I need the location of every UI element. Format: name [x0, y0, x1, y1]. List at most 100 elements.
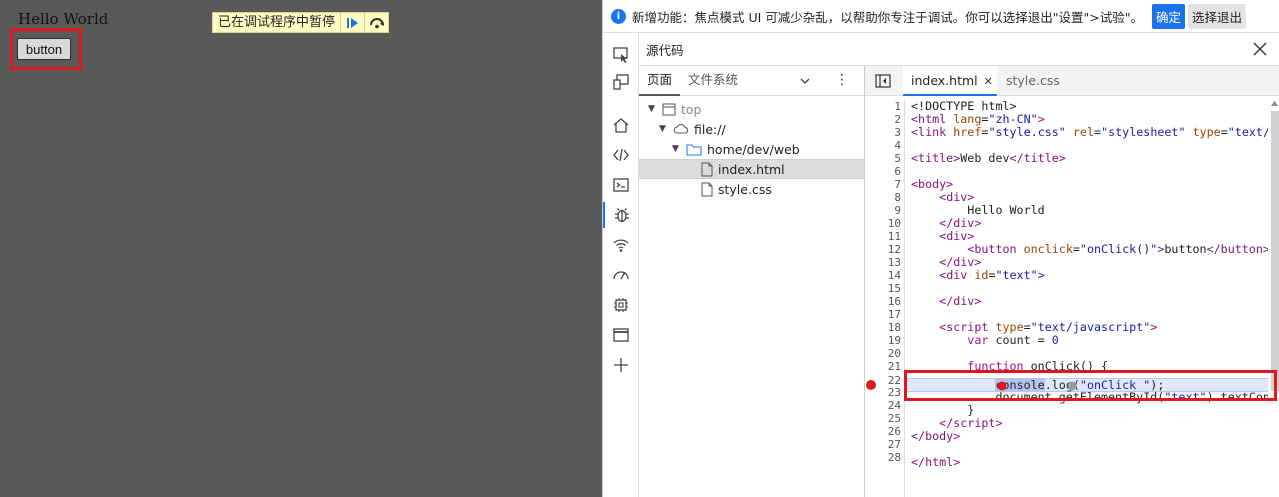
line-number[interactable]: 10 — [871, 217, 901, 230]
activity-device[interactable] — [603, 69, 639, 95]
line-number[interactable]: 18 — [871, 321, 901, 334]
tab-label: style.css — [1006, 73, 1060, 88]
bug-icon — [615, 208, 629, 223]
line-number[interactable]: 8 — [871, 191, 901, 204]
tree-item-style-css[interactable]: style.css — [639, 179, 864, 199]
line-number[interactable]: 9 — [871, 204, 901, 217]
tree-item-label: top — [681, 101, 702, 117]
line-number[interactable]: 5 — [871, 152, 901, 165]
line-number[interactable]: 20 — [871, 347, 901, 360]
line-number[interactable]: 15 — [871, 282, 901, 295]
page-heading: Hello World — [18, 10, 109, 28]
tab-index-html[interactable]: index.html ✕ — [903, 66, 997, 96]
highlight-box — [904, 370, 1277, 401]
line-number[interactable]: 27 — [871, 438, 901, 451]
frame-icon — [662, 103, 676, 116]
tree-item-label: index.html — [718, 161, 785, 177]
file-icon — [701, 162, 713, 177]
devtools-window: i 新增功能：焦点模式 UI 可减少杂乱，以帮助你专注于调试。你可以选择退出"设… — [602, 0, 1279, 497]
paused-label: 已在调试程序中暂停 — [218, 15, 336, 30]
tree-item-index-html[interactable]: index.html — [639, 159, 864, 179]
step-over-button[interactable] — [364, 13, 388, 32]
line-number-gutter[interactable]: 1 2 3 4 5 6 7 8 9 10 11 12 13 14 15 16 17 18 19 20 21 22 23 24 2… — [865, 99, 905, 497]
line-number[interactable]: 6 — [871, 165, 901, 178]
tab-filesystem[interactable]: 文件系统 — [680, 66, 746, 96]
tab-label: index.html — [911, 73, 978, 88]
info-message: 新增功能：焦点模式 UI 可减少杂乱，以帮助你专注于调试。你可以选择退出"设置"… — [632, 9, 1144, 25]
code-line: <title>Web dev</title> — [911, 151, 1066, 165]
panel-title: 源代码 — [646, 42, 684, 58]
line-number[interactable]: 24 — [871, 399, 901, 412]
panel-header: 源代码 — [639, 33, 1279, 66]
activity-bar — [603, 33, 639, 497]
tab-style-css[interactable]: style.css — [998, 66, 1060, 96]
chevron-down-icon[interactable] — [799, 75, 811, 87]
tree-item-label: style.css — [718, 181, 772, 197]
paused-overlay: 已在调试程序中暂停 — [212, 12, 390, 33]
folder-icon — [686, 143, 702, 156]
resume-icon — [346, 17, 358, 28]
close-tab-icon[interactable]: ✕ — [984, 75, 997, 88]
line-number[interactable]: 13 — [871, 256, 901, 269]
plus-icon — [614, 358, 628, 372]
tree-item-folder[interactable]: ▼ home/dev/web — [639, 139, 864, 159]
activity-network[interactable] — [603, 232, 639, 258]
more-options-icon[interactable]: ⋮ — [835, 72, 850, 88]
line-number[interactable]: 28 — [871, 451, 901, 464]
line-number[interactable]: 1 — [871, 100, 901, 113]
activity-more-tools[interactable] — [603, 352, 639, 378]
scrollbar-thumb[interactable] — [1271, 111, 1279, 391]
line-number[interactable]: 11 — [871, 230, 901, 243]
line-number[interactable]: 14 — [871, 269, 901, 282]
step-over-icon — [369, 17, 384, 28]
activity-memory[interactable] — [603, 292, 639, 318]
line-number[interactable]: 2 — [871, 113, 901, 126]
opt-out-button[interactable]: 选择退出 — [1188, 3, 1247, 29]
activity-console[interactable] — [603, 172, 639, 198]
code-line: </div> — [939, 294, 982, 308]
close-icon[interactable] — [1252, 41, 1268, 57]
code-line: </html> — [911, 455, 961, 469]
line-number[interactable]: 16 — [871, 295, 901, 308]
line-number[interactable]: 7 — [871, 178, 901, 191]
page-viewport: Hello World button 已在调试程序中暂停 — [0, 0, 602, 497]
line-number[interactable]: 21 — [871, 360, 901, 373]
toggle-navigator-icon[interactable] — [875, 74, 891, 88]
expand-arrow-icon: ▼ — [648, 104, 655, 114]
line-number[interactable]: 23 — [871, 386, 901, 399]
activity-application[interactable] — [603, 322, 639, 348]
scroll-up-icon[interactable] — [1270, 100, 1279, 107]
code-line: <link href="style.css" rel="stylesheet" … — [911, 125, 1268, 139]
resume-button[interactable] — [340, 13, 364, 32]
tree-item-label: file:// — [694, 121, 726, 137]
line-number[interactable]: 26 — [871, 425, 901, 438]
line-number[interactable]: 17 — [871, 308, 901, 321]
navigator-tabs: 页面 文件系统 ⋮ — [639, 66, 864, 96]
console-icon — [613, 178, 629, 192]
expand-arrow-icon: ▼ — [659, 124, 666, 134]
editor-tabs: index.html ✕ style.css — [865, 66, 1279, 96]
tree-item-file-origin[interactable]: ▼ file:// — [639, 119, 864, 139]
page-button[interactable]: button — [17, 38, 71, 60]
line-number[interactable]: 4 — [871, 139, 901, 152]
activity-elements[interactable] — [603, 142, 639, 168]
line-number[interactable]: 12 — [871, 243, 901, 256]
line-number[interactable]: 25 — [871, 412, 901, 425]
editor-scrollbar[interactable] — [1268, 99, 1279, 497]
breakpoint-indicator[interactable] — [866, 380, 876, 390]
confirm-button[interactable]: 确定 — [1152, 3, 1186, 29]
activity-inspect[interactable] — [603, 42, 639, 68]
code-line: <div id="text"> — [939, 268, 1045, 282]
expand-arrow-icon: ▼ — [672, 144, 679, 154]
activity-welcome[interactable] — [603, 112, 639, 138]
line-number[interactable]: 19 — [871, 334, 901, 347]
tab-page[interactable]: 页面 — [639, 66, 681, 96]
line-number[interactable]: 3 — [871, 126, 901, 139]
activity-sources[interactable] — [603, 202, 639, 228]
activity-performance[interactable] — [603, 262, 639, 288]
wifi-icon — [613, 239, 629, 252]
code-area[interactable]: <!DOCTYPE html> <html lang="zh-CN"> <lin… — [906, 99, 1268, 497]
gauge-icon — [613, 271, 629, 280]
tree-item-top[interactable]: ▼ top — [639, 99, 864, 119]
inspect-icon — [613, 47, 628, 63]
